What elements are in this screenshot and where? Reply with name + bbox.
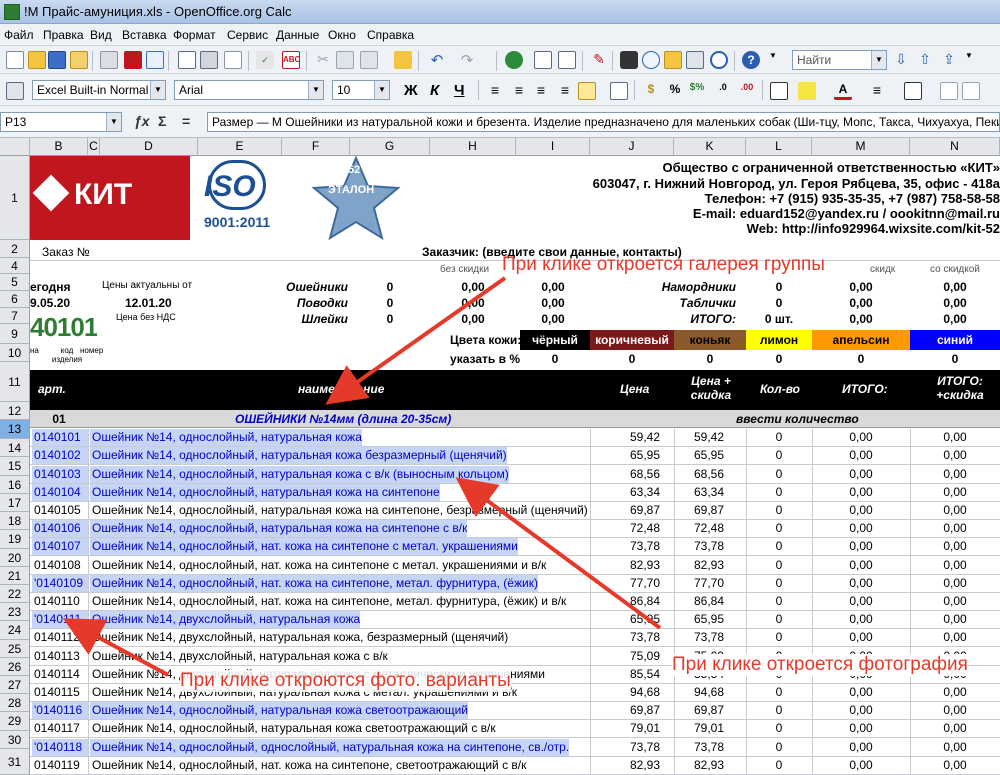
variants-annotation: При клике откроются фото. варианты — [180, 670, 511, 692]
photo-arrow — [455, 477, 662, 630]
gallery-annotation: При клике откроется галерея группы — [502, 254, 825, 275]
gallery-arrow — [325, 276, 507, 405]
variants-arrow — [62, 618, 169, 677]
photo-annotation: При клике откроется фотография — [672, 654, 968, 676]
